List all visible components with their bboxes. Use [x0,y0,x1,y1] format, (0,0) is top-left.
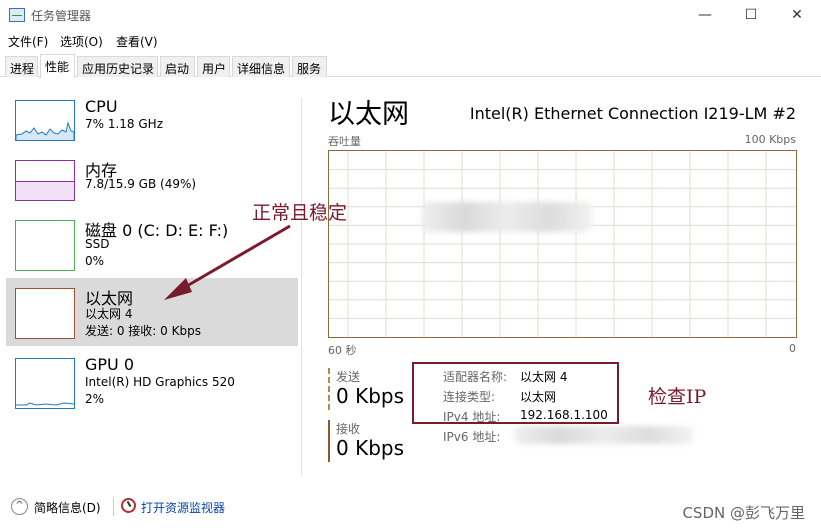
receive-stat-bar [328,420,330,462]
fewer-details-link[interactable]: 简略信息(D) [34,499,101,516]
graph-time-span: 60 秒 [328,344,357,357]
disk-type-text: SSD [85,237,110,251]
resource-list: CPU 7% 1.18 GHz 内存 7.8/15.9 GB (49%) 磁盘 … [0,88,300,488]
watermark-text: CSDN @彭飞万里 [682,504,805,522]
tab-processes[interactable]: 进程 [5,56,38,77]
minimize-button[interactable]: — [682,0,728,30]
menu-file[interactable]: 文件(F) [8,33,48,50]
gpu-usage-text: 2% [85,392,105,406]
redacted-ipv6-value [515,426,693,444]
tab-users[interactable]: 用户 [197,56,230,77]
menu-view[interactable]: 查看(V) [116,33,158,50]
gpu-thumbnail-graph [15,358,75,409]
send-value: 0 Kbps [336,384,405,408]
throughput-grid [329,151,796,337]
disk-usage-text: 0% [85,254,105,268]
maximize-button[interactable]: ☐ [728,0,774,30]
cpu-title: CPU [85,97,118,116]
graph-time-end: 0 [789,342,796,355]
resource-monitor-icon [121,498,136,513]
menu-bar: 文件(F) 选项(O) 查看(V) [0,31,821,51]
open-resource-monitor-link[interactable]: 打开资源监视器 [141,499,225,516]
gpu-title: GPU 0 [85,355,135,374]
tab-app-history[interactable]: 应用历史记录 [77,56,158,77]
menu-options[interactable]: 选项(O) [60,33,103,50]
footer-separator [113,498,114,516]
memory-thumbnail-graph [15,160,75,201]
send-stat-bar [328,368,330,410]
ethernet-thumbnail-graph [15,288,75,339]
throughput-scale-max: 100 Kbps [744,133,796,146]
ethernet-traffic-text: 发送: 0 接收: 0 Kbps [85,324,201,338]
receive-label: 接收 [336,422,361,436]
resource-item-ethernet[interactable]: 以太网 以太网 4 发送: 0 接收: 0 Kbps [6,278,298,346]
resource-item-gpu[interactable]: GPU 0 Intel(R) HD Graphics 520 2% [6,348,298,416]
tab-bar: 进程 性能 应用历史记录 启动 用户 详细信息 服务 [0,54,821,78]
ip-highlight-box [412,362,619,424]
resource-item-cpu[interactable]: CPU 7% 1.18 GHz [6,90,298,158]
throughput-graph [328,150,797,338]
disk-thumbnail-graph [15,220,75,271]
chevron-up-icon[interactable]: ^ [11,498,28,515]
tab-services[interactable]: 服务 [292,56,327,77]
footer-bar: ^ 简略信息(D) 打开资源监视器 CSDN @彭飞万里 [0,490,821,531]
tab-startup[interactable]: 启动 [160,56,195,77]
tab-details[interactable]: 详细信息 [232,56,290,77]
adapter-name: Intel(R) Ethernet Connection I219-LM #2 [469,104,796,123]
task-manager-app-icon [9,8,25,22]
send-label: 发送 [336,370,361,384]
gpu-model-text: Intel(R) HD Graphics 520 [85,375,235,389]
throughput-label: 吞吐量 [328,135,361,148]
window-title: 任务管理器 [31,9,92,23]
stable-annotation: 正常且稳定 [252,202,348,224]
ipv6-label: IPv6 地址: [443,430,501,444]
title-bar: 任务管理器 — ☐ ✕ [0,0,821,31]
check-ip-annotation: 检查IP [648,386,707,408]
panel-divider[interactable] [301,98,302,476]
close-button[interactable]: ✕ [774,0,820,30]
cpu-thumbnail-graph [15,100,75,141]
ethernet-adapter-text: 以太网 4 [85,307,133,321]
tab-performance[interactable]: 性能 [40,54,75,78]
memory-usage-text: 7.8/15.9 GB (49%) [85,177,197,191]
redacted-graph-area [422,202,592,232]
ethernet-heading: 以太网 [328,99,409,130]
receive-value: 0 Kbps [336,436,405,460]
cpu-usage-text: 7% 1.18 GHz [85,117,164,131]
